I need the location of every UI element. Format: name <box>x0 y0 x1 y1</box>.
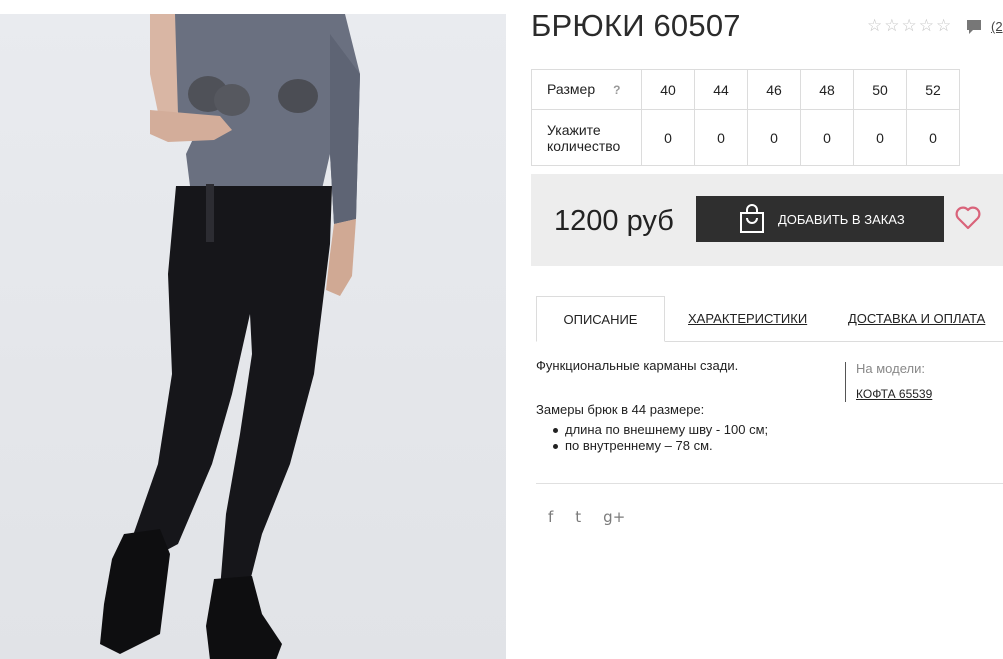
tab-description[interactable]: ОПИСАНИЕ <box>536 296 665 342</box>
buy-box: 1200 руб ДОБАВИТЬ В ЗАКАЗ <box>531 174 1003 266</box>
facebook-icon[interactable]: f <box>548 508 553 526</box>
price: 1200 руб <box>554 205 674 237</box>
star-outline-icon[interactable]: ☆ <box>936 16 951 36</box>
star-outline-icon[interactable]: ☆ <box>867 16 882 36</box>
list-item: по внутреннему – 78 см. <box>553 438 836 454</box>
help-icon[interactable]: ? <box>613 83 620 97</box>
rating-stars[interactable]: ☆ ☆ ☆ ☆ ☆ <box>867 16 951 36</box>
tab-delivery-payment[interactable]: ДОСТАВКА И ОПЛАТА <box>848 296 985 342</box>
size-table: Размер? 40 44 46 48 50 52 Укажите количе… <box>531 69 960 166</box>
quantity-label: Укажите количество <box>531 109 642 166</box>
quantity-input-44[interactable]: 0 <box>694 109 748 166</box>
product-title: БРЮКИ 60507 <box>531 8 741 43</box>
size-40: 40 <box>641 69 695 110</box>
quantity-input-52[interactable]: 0 <box>906 109 960 166</box>
model-label: На модели: <box>856 361 925 376</box>
divider <box>536 483 1003 484</box>
quantity-label-line1: Укажите <box>547 121 601 138</box>
description-text: Функциональные карманы сзади. <box>536 358 739 373</box>
description-panel: Функциональные карманы сзади. Замеры брю… <box>536 358 836 454</box>
model-product-link[interactable]: КОФТА 65539 <box>856 387 932 401</box>
comment-icon[interactable] <box>965 18 983 36</box>
shopping-bag-icon <box>740 204 764 233</box>
quantity-input-46[interactable]: 0 <box>747 109 801 166</box>
google-plus-icon[interactable]: g+ <box>603 508 625 526</box>
star-outline-icon[interactable]: ☆ <box>919 16 934 36</box>
twitter-icon[interactable]: t <box>575 508 581 526</box>
size-label: Размер <box>547 81 596 97</box>
quantity-input-50[interactable]: 0 <box>853 109 907 166</box>
product-tabs: ОПИСАНИЕ ХАРАКТЕРИСТИКИ ДОСТАВКА И ОПЛАТ… <box>536 296 1003 342</box>
quantity-input-48[interactable]: 0 <box>800 109 854 166</box>
size-52: 52 <box>906 69 960 110</box>
tab-characteristics[interactable]: ХАРАКТЕРИСТИКИ <box>688 296 807 342</box>
share-buttons: f t g+ <box>548 508 625 526</box>
measurements-title: Замеры брюк в 44 размере: <box>536 402 705 417</box>
size-44: 44 <box>694 69 748 110</box>
product-photo <box>0 14 506 659</box>
star-outline-icon[interactable]: ☆ <box>902 16 917 36</box>
size-50: 50 <box>853 69 907 110</box>
add-to-order-button[interactable]: ДОБАВИТЬ В ЗАКАЗ <box>696 196 944 242</box>
size-label-cell: Размер? <box>531 69 642 110</box>
quantity-input-40[interactable]: 0 <box>641 109 695 166</box>
list-item: длина по внешнему шву - 100 см; <box>553 422 836 438</box>
measurements-list: длина по внешнему шву - 100 см; по внутр… <box>536 422 836 454</box>
add-to-order-label: ДОБАВИТЬ В ЗАКАЗ <box>778 211 905 227</box>
star-outline-icon[interactable]: ☆ <box>884 16 899 36</box>
model-wearing: На модели: КОФТА 65539 <box>845 362 932 402</box>
quantity-label-line2: количество <box>547 137 621 154</box>
review-count-link[interactable]: (2 <box>991 19 1003 34</box>
heart-icon[interactable] <box>954 204 982 232</box>
size-48: 48 <box>800 69 854 110</box>
size-46: 46 <box>747 69 801 110</box>
